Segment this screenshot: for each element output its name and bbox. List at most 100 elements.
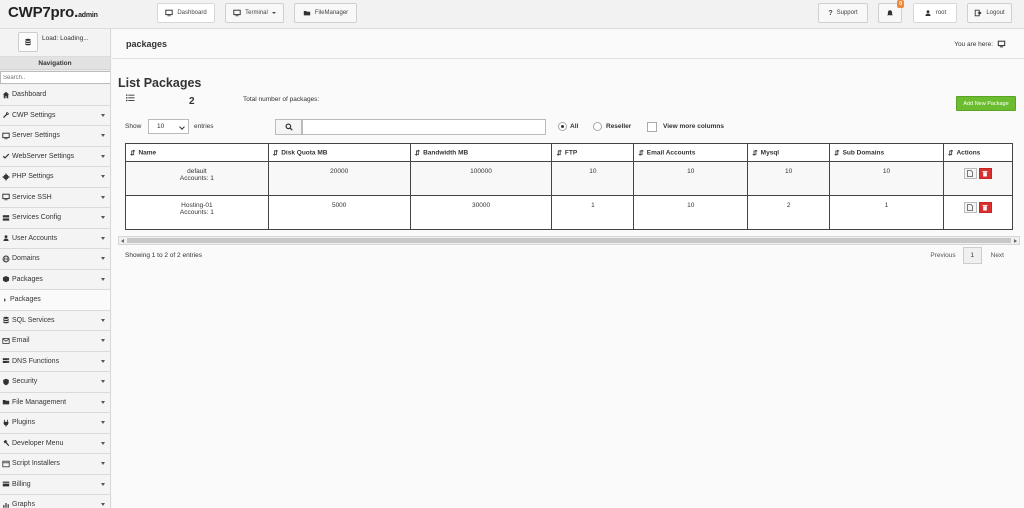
edit-button[interactable]: [963, 202, 977, 213]
user-menu-button[interactable]: root: [913, 3, 957, 23]
sidebar-item-file-management[interactable]: File Management: [0, 392, 110, 413]
sidebar-item-label: WebServer Settings: [12, 152, 75, 160]
sidebar-item-label: Server Settings: [12, 132, 60, 140]
sidebar-item-billing[interactable]: Billing: [0, 474, 110, 495]
column-header-ftp[interactable]: ⇵ FTP: [551, 143, 635, 162]
monitor-icon: [165, 9, 173, 17]
database-icon: [25, 38, 31, 46]
column-header-actions[interactable]: ⇵ Actions: [942, 143, 1014, 162]
hammer-icon: [2, 439, 10, 447]
sidebar-item-packages-sub[interactable]: Packages: [0, 290, 110, 311]
chevron-down-icon: [101, 277, 105, 281]
nav-search-input[interactable]: [0, 71, 110, 84]
sidebar-item-sql-services[interactable]: SQL Services: [0, 310, 110, 331]
delete-button[interactable]: [978, 202, 992, 213]
sidebar-item-dashboard[interactable]: Dashboard: [0, 85, 110, 106]
sidebar-item-packages[interactable]: Packages: [0, 269, 110, 290]
sidebar-item-server-settings[interactable]: Server Settings: [0, 126, 110, 147]
filter-reseller-radio[interactable]: [593, 122, 602, 131]
column-header-name[interactable]: ⇵ Name: [125, 143, 269, 162]
sidebar-item-user-accounts[interactable]: User Accounts: [0, 228, 110, 249]
cell-email-accounts: 10: [633, 161, 749, 196]
chevron-down-icon: [271, 12, 276, 14]
table-row: default Accounts: 1 20000 100000 10 10 10…: [125, 161, 1014, 196]
cell-disk-quota: 20000: [267, 161, 411, 196]
chevron-down-icon: [101, 236, 105, 240]
sidebar-item-label: Security: [12, 378, 38, 386]
sort-icon: ⇵: [947, 149, 954, 157]
view-more-columns-checkbox[interactable]: [647, 122, 657, 132]
sidebar-item-cwp-settings[interactable]: CWP Settings: [0, 105, 110, 126]
database-button[interactable]: [18, 32, 38, 52]
sidebar-item-label: SQL Services: [12, 316, 55, 324]
sidebar-item-services-config[interactable]: Services Config: [0, 208, 110, 229]
sidebar-item-dns-functions[interactable]: DNS Functions: [0, 351, 110, 372]
search-input[interactable]: [302, 119, 546, 135]
logout-icon: [975, 9, 982, 17]
edit-button[interactable]: [963, 168, 977, 179]
column-header-sub-domains[interactable]: ⇵ Sub Domains: [829, 143, 944, 162]
dashboard-button[interactable]: Dashboard: [157, 3, 215, 23]
sort-icon: ⇵: [638, 149, 644, 157]
sidebar-item-php-settings[interactable]: PHP Settings: [0, 167, 110, 188]
sidebar-item-script-installers[interactable]: Script Installers: [0, 454, 110, 475]
user-icon: [2, 234, 10, 242]
box-icon: [2, 275, 10, 283]
shield-icon: [2, 378, 10, 386]
cell-bandwidth: 30000: [409, 195, 553, 230]
document-icon: [967, 204, 974, 211]
server-icon: [2, 214, 10, 222]
chevron-down-icon: [101, 134, 105, 137]
search-button[interactable]: [275, 119, 302, 135]
sidebar-item-graphs[interactable]: Graphs: [0, 495, 110, 508]
scrollbar-thumb[interactable]: [127, 238, 1011, 243]
notifications-button[interactable]: 0: [878, 0, 904, 23]
gear-icon: [2, 173, 10, 181]
total-label: Total number of packages:: [243, 96, 320, 103]
sort-icon: ⇵: [272, 149, 279, 157]
filter-all-label: All: [570, 123, 579, 130]
add-new-package-button[interactable]: Add New Package: [956, 96, 1016, 111]
support-button[interactable]: ? Support: [818, 3, 868, 23]
sidebar-item-plugins[interactable]: Plugins: [0, 413, 110, 434]
cell-name: default Accounts: 1: [125, 161, 269, 196]
sidebar-item-security[interactable]: Security: [0, 372, 110, 393]
sidebar-item-domains[interactable]: Domains: [0, 249, 110, 270]
delete-button[interactable]: [978, 168, 992, 179]
packages-table: ⇵ Name ⇵ Disk Quota MB ⇵ Bandwidth MB ⇵ FTP …: [125, 143, 1014, 230]
scroll-left-icon[interactable]: [121, 238, 124, 243]
previous-page-button[interactable]: Previous: [930, 252, 955, 259]
scroll-right-icon[interactable]: [1014, 238, 1017, 243]
database-icon: [2, 316, 10, 324]
column-header-mysql[interactable]: ⇵ Mysql: [747, 143, 831, 162]
view-more-columns-label: View more columns: [663, 123, 724, 130]
sidebar-item-service-ssh[interactable]: Service SSH: [0, 187, 110, 208]
sidebar-item-label: Services Config: [12, 214, 62, 222]
folder-icon: [303, 11, 311, 16]
filter-all-radio[interactable]: [558, 122, 567, 131]
wrench-icon: [2, 111, 10, 119]
sidebar-item-label: Script Installers: [12, 460, 60, 468]
next-page-button[interactable]: Next: [991, 252, 1004, 259]
monitor-icon[interactable]: [997, 40, 1006, 48]
logout-button[interactable]: Logout: [967, 3, 1012, 23]
pagination: Previous 1 Next: [930, 247, 1004, 264]
entries-select[interactable]: 10: [148, 119, 189, 134]
terminal-button[interactable]: Terminal: [225, 3, 284, 23]
chevron-down-icon: [101, 421, 105, 424]
triangle-icon: [4, 297, 6, 302]
chevron-down-icon: [101, 503, 105, 506]
column-header-disk-quota[interactable]: ⇵ Disk Quota MB: [267, 143, 411, 162]
filemanager-button[interactable]: FileManager: [294, 3, 357, 23]
horizontal-scrollbar[interactable]: [118, 236, 1020, 245]
search-icon: [285, 123, 293, 131]
monitor-icon: [233, 9, 241, 17]
sidebar-item-email[interactable]: Email: [0, 331, 110, 352]
page-1-button[interactable]: 1: [962, 247, 982, 264]
sidebar-item-webserver-settings[interactable]: WebServer Settings: [0, 146, 110, 167]
column-header-email-accounts[interactable]: ⇵ Email Accounts: [633, 143, 749, 162]
chevron-down-icon: [101, 257, 105, 260]
sidebar-item-developer-menu[interactable]: Developer Menu: [0, 433, 110, 454]
brand-logo[interactable]: CWP7pro.admin: [8, 4, 98, 21]
column-header-bandwidth[interactable]: ⇵ Bandwidth MB: [409, 143, 553, 162]
